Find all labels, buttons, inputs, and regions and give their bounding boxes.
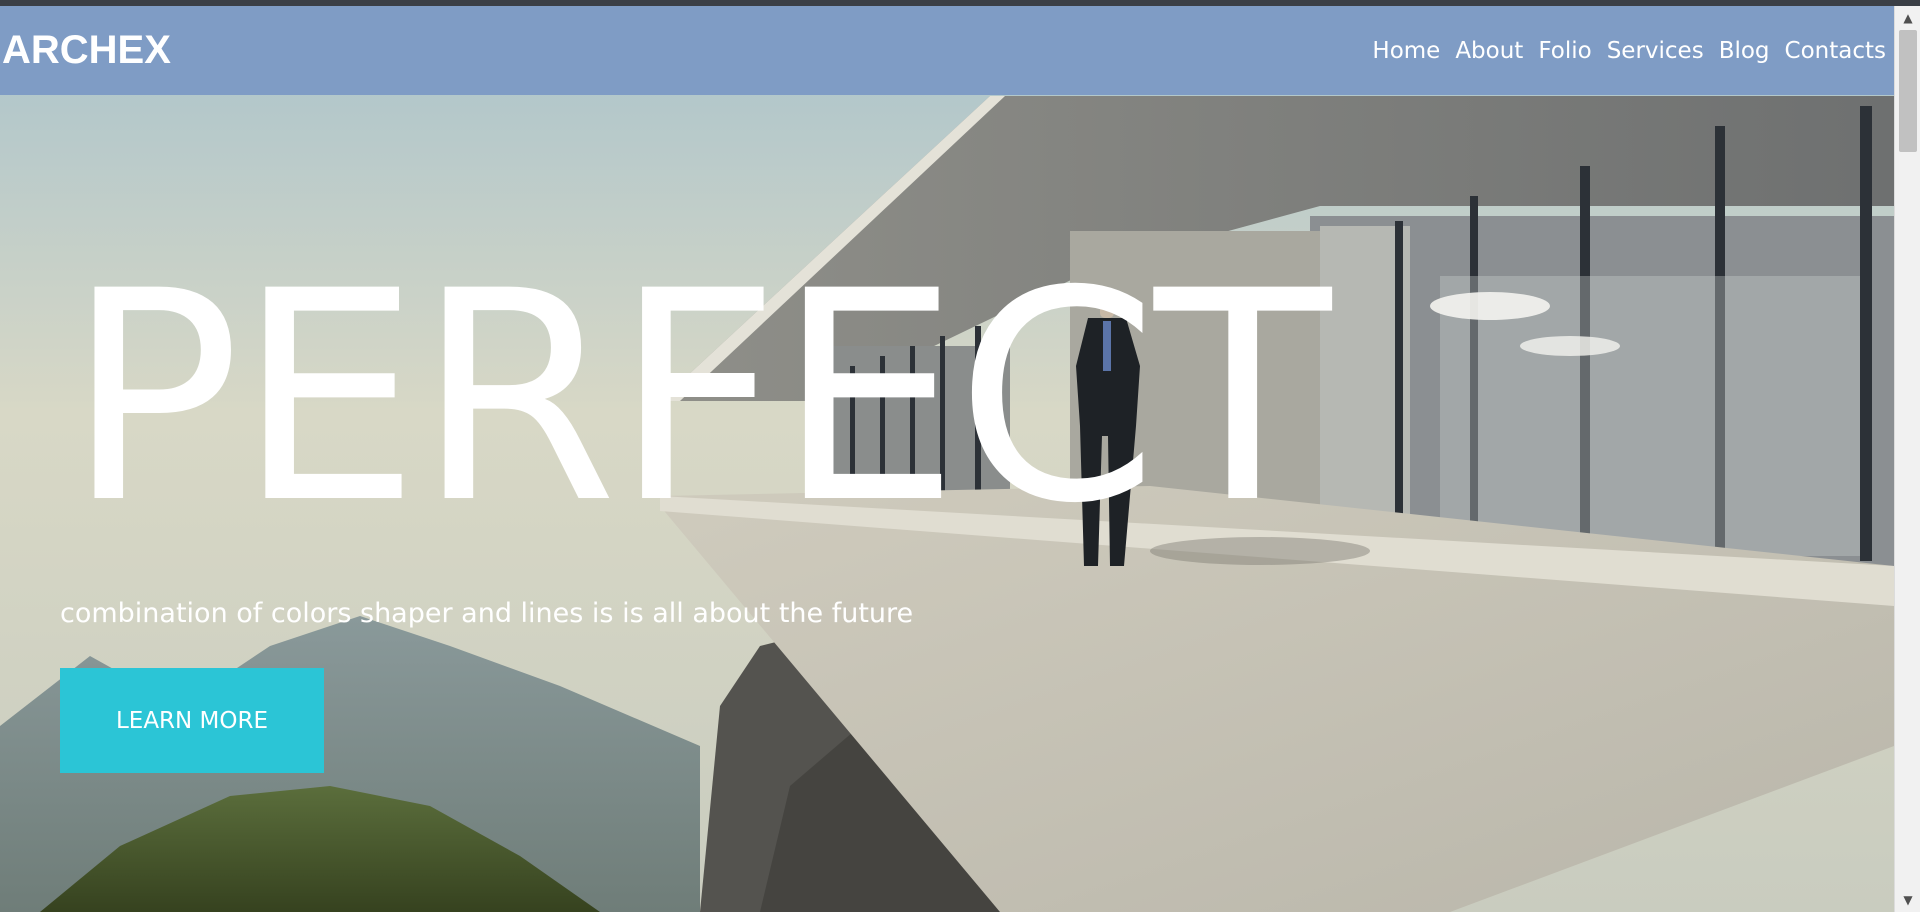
nav-services-link[interactable]: Services [1607,38,1704,64]
hero-headline: PERFECT [66,230,1331,567]
chevron-down-icon[interactable]: ▼ [1895,890,1920,910]
main-nav: Home About Folio Services Blog Contacts [1372,38,1886,64]
nav-blog-link[interactable]: Blog [1719,38,1770,64]
nav-about-link[interactable]: About [1455,38,1523,64]
learn-more-button[interactable]: LEARN MORE [60,668,324,773]
nav-home-link[interactable]: Home [1372,38,1440,64]
scroll-thumb[interactable] [1899,30,1917,152]
page: ARCHEX Home About Folio Services Blog Co… [0,6,1894,912]
nav-contacts-link[interactable]: Contacts [1785,38,1886,64]
hero-subline: combination of colors shaper and lines i… [60,598,914,629]
vertical-scrollbar[interactable]: ▲ ▼ [1894,6,1920,912]
chevron-up-icon[interactable]: ▲ [1895,8,1920,28]
site-logo[interactable]: ARCHEX [2,28,171,73]
navbar: ARCHEX Home About Folio Services Blog Co… [0,6,1894,95]
nav-folio-link[interactable]: Folio [1538,38,1591,64]
